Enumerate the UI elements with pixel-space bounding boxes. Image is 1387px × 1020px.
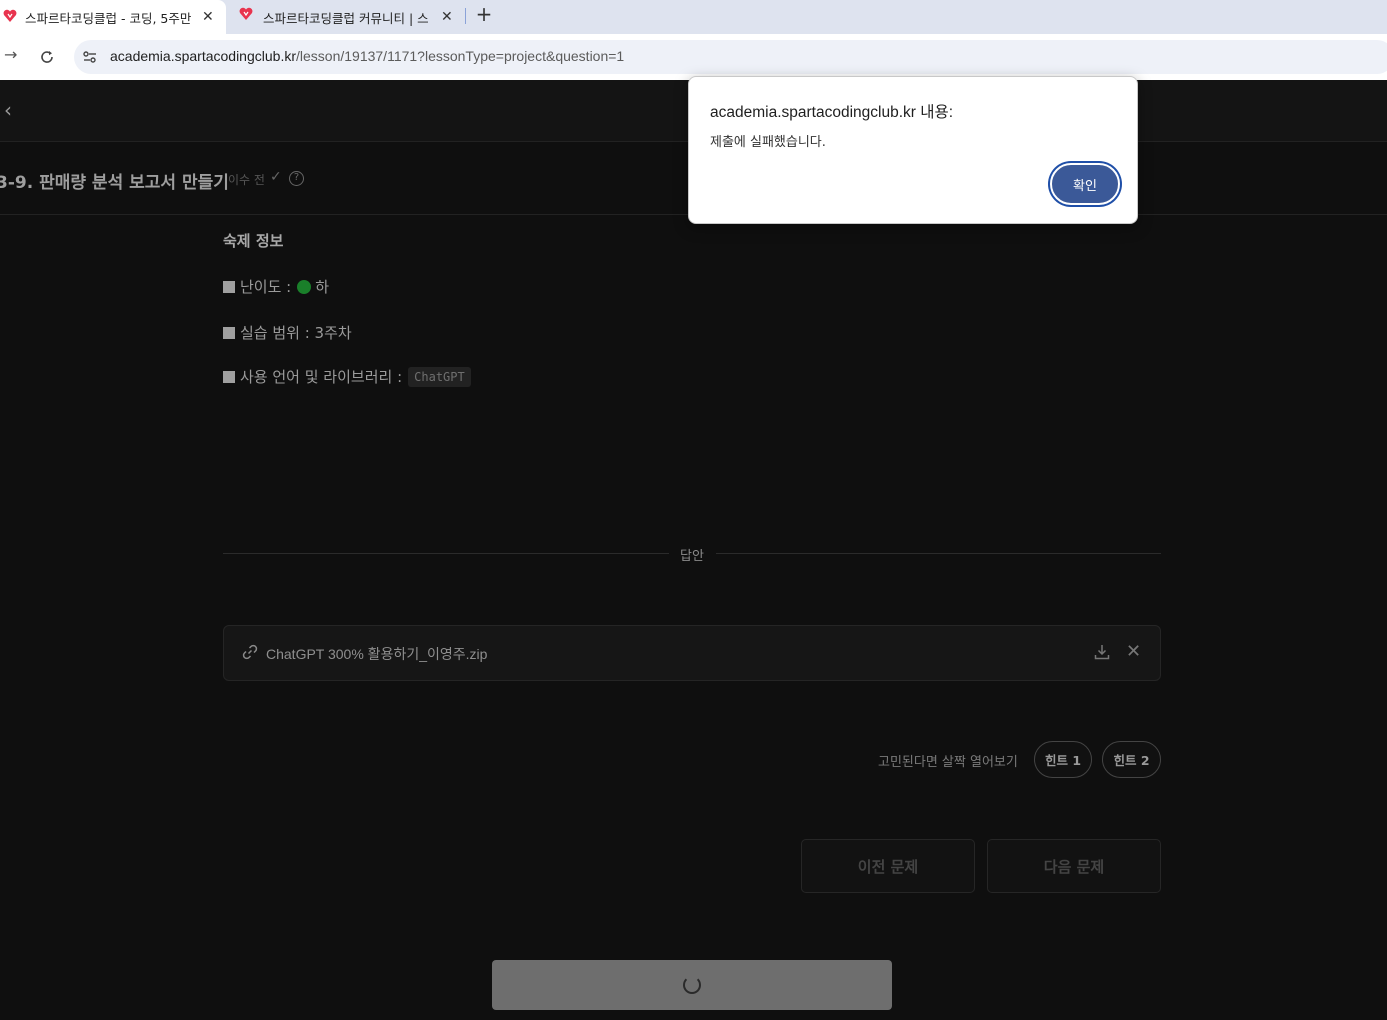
link-icon (242, 644, 258, 660)
uploaded-file-name[interactable]: ChatGPT 300% 활용하기_이영주.zip (266, 644, 487, 664)
dialog-message: 제출에 실패했습니다. (710, 135, 826, 150)
sparta-favicon-icon (239, 7, 253, 20)
new-tab-button[interactable]: + (472, 3, 496, 27)
completion-status: 이수 전 (228, 173, 265, 187)
prev-question-button[interactable]: 이전 문제 (801, 839, 975, 893)
tab-title: 스파르타코딩클럽 커뮤니티 | 스 (263, 10, 429, 26)
tab-title: 스파르타코딩클럽 - 코딩, 5주만 (25, 10, 191, 26)
dialog-ok-button[interactable]: 확인 (1050, 163, 1120, 205)
difficulty-value: 하 (315, 278, 330, 296)
url-host: academia.spartacodingclub.kr (110, 48, 296, 64)
answer-divider-left (223, 553, 669, 554)
loading-spinner-icon (683, 976, 701, 994)
check-icon: ✓ (270, 169, 282, 185)
submit-button[interactable] (492, 960, 892, 1010)
browser-tab[interactable]: 스파르타코딩클럽 커뮤니티 | 스 ✕ (228, 0, 464, 34)
reload-icon[interactable] (39, 49, 55, 65)
dialog-title: academia.spartacodingclub.kr 내용: (710, 104, 954, 121)
url-path: /lesson/19137/1171?lessonType=project&qu… (296, 48, 625, 64)
back-chevron-icon[interactable]: ‹ (4, 98, 12, 122)
download-icon[interactable] (1093, 643, 1111, 661)
hint-1-button[interactable]: 힌트 1 (1034, 741, 1092, 778)
difficulty-line: 난이도 : 하 (223, 276, 329, 297)
bullet-square-icon (223, 280, 235, 293)
language-label: 사용 언어 및 라이브러리 : (240, 368, 403, 386)
difficulty-dot-icon (297, 279, 312, 294)
tab-close-icon[interactable]: ✕ (202, 9, 214, 25)
homework-info-title: 숙제 정보 (223, 232, 284, 250)
hint-2-button[interactable]: 힌트 2 (1102, 741, 1161, 778)
language-chip: ChatGPT (408, 366, 471, 387)
url-text[interactable]: academia.spartacodingclub.kr/lesson/1913… (110, 48, 624, 64)
hint-prompt: 고민된다면 살짝 열어보기 (878, 755, 1018, 770)
site-settings-icon[interactable] (82, 49, 98, 65)
range-line: 실습 범위 : 3주차 (223, 322, 352, 343)
sparta-favicon-icon (3, 9, 17, 22)
remove-file-icon[interactable]: ✕ (1126, 643, 1141, 661)
browser-tab-active[interactable]: 스파르타코딩클럽 - 코딩, 5주만 ✕ (0, 0, 226, 34)
bullet-square-icon (223, 370, 235, 383)
tab-separator (465, 8, 466, 24)
answer-divider-label: 답안 (680, 549, 704, 564)
bullet-square-icon (223, 326, 235, 339)
lesson-title: 3-9. 판매량 분석 보고서 만들기 (0, 173, 229, 193)
forward-arrow-icon[interactable]: → (4, 45, 17, 64)
tab-close-icon[interactable]: ✕ (441, 9, 453, 25)
difficulty-label: 난이도 : (240, 278, 292, 296)
language-line: 사용 언어 및 라이브러리 : ChatGPT (223, 366, 471, 387)
help-icon[interactable]: ? (289, 171, 304, 186)
next-question-button[interactable]: 다음 문제 (987, 839, 1161, 893)
range-label: 실습 범위 : 3주차 (240, 324, 352, 342)
answer-divider-right (716, 553, 1161, 554)
